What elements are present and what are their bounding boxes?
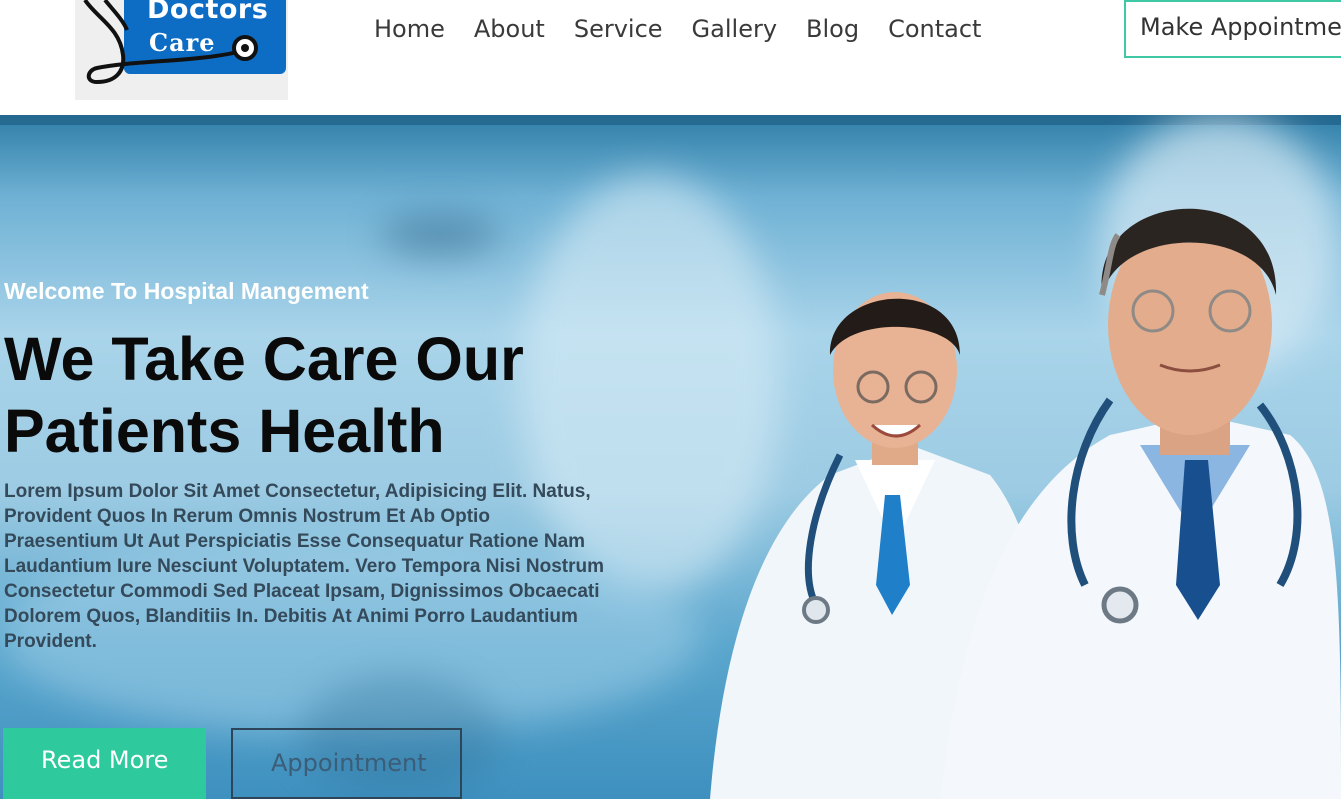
doctors-image	[710, 208, 1341, 799]
site-header: Doctors Care Home About Service Gallery …	[0, 0, 1341, 115]
logo-text-care: Care	[149, 28, 216, 57]
appointment-label: Appointment	[271, 749, 427, 777]
main-nav: Home About Service Gallery Blog Contact	[374, 12, 1010, 46]
make-appointment-label: Make Appointment	[1140, 13, 1341, 41]
nav-service[interactable]: Service	[574, 12, 663, 46]
hero-section: Welcome To Hospital Mangement We Take Ca…	[0, 115, 1341, 799]
nav-contact[interactable]: Contact	[888, 12, 981, 46]
hero-eyebrow: Welcome To Hospital Mangement	[4, 278, 369, 304]
read-more-label: Read More	[41, 746, 169, 774]
logo-text-doctors: Doctors	[147, 0, 269, 25]
bg-blur-shape	[380, 215, 500, 255]
hero-headline: We Take Care Our Patients Health	[4, 325, 524, 465]
nav-blog[interactable]: Blog	[806, 12, 859, 46]
nav-gallery[interactable]: Gallery	[692, 12, 777, 46]
hero-description: Lorem Ipsum Dolor Sit Amet Consectetur, …	[4, 481, 605, 652]
nav-home[interactable]: Home	[374, 12, 445, 46]
nav-about[interactable]: About	[474, 12, 545, 46]
logo[interactable]: Doctors Care	[75, 0, 288, 100]
read-more-button[interactable]: Read More	[3, 728, 206, 799]
appointment-button[interactable]: Appointment	[231, 728, 462, 799]
make-appointment-button[interactable]: Make Appointment	[1124, 0, 1341, 58]
